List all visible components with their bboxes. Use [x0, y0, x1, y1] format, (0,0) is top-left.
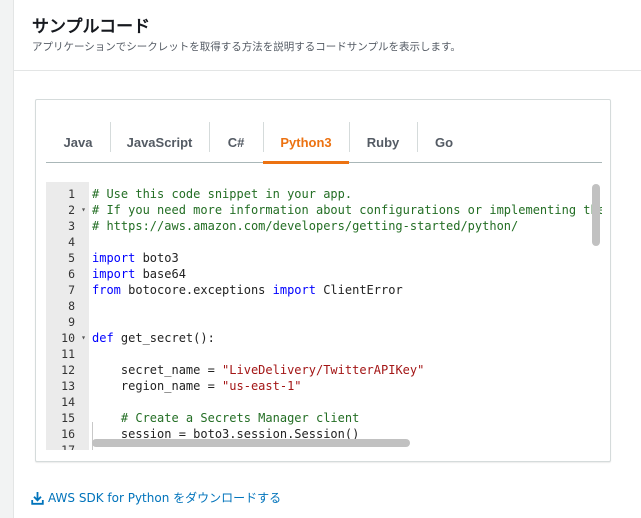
- line-number-label: 17: [61, 443, 75, 450]
- line-number-label: 12: [61, 363, 75, 377]
- code-token: "LiveDelivery/TwitterAPIKey": [222, 363, 425, 377]
- code-line: import base64: [92, 266, 186, 282]
- code-line: # https://aws.amazon.com/developers/gett…: [92, 218, 518, 234]
- line-number: 3: [46, 218, 89, 234]
- code-token: # Create a Secrets Manager client: [92, 411, 360, 425]
- code-token: # https://aws.amazon.com/developers/gett…: [92, 219, 519, 233]
- tab-python3[interactable]: Python3: [263, 122, 349, 164]
- line-number-label: 9: [68, 315, 75, 329]
- tab-javascript[interactable]: JavaScript: [110, 122, 209, 162]
- line-number-label: 14: [61, 395, 75, 409]
- line-number-label: 15: [61, 411, 75, 425]
- code-token: from: [92, 283, 121, 297]
- line-number: 11: [46, 346, 89, 362]
- line-number-label: 10: [61, 331, 75, 345]
- page-description: アプリケーションでシークレットを取得する方法を説明するコードサンプルを表示します…: [32, 41, 461, 53]
- code-token: # If you need more information about con…: [92, 203, 602, 217]
- line-number: 7: [46, 282, 89, 298]
- line-number: 5: [46, 250, 89, 266]
- line-number: 12: [46, 362, 89, 378]
- horizontal-scrollbar[interactable]: [92, 439, 410, 447]
- code-token: boto3: [135, 251, 179, 265]
- code-token: region_name =: [92, 379, 223, 393]
- line-number-label: 7: [68, 283, 75, 297]
- download-sdk-link[interactable]: AWS SDK for Python をダウンロードする: [31, 490, 281, 506]
- line-number-label: 4: [68, 235, 75, 249]
- code-editor[interactable]: 1 2 ▾ 3 4 5 6 7 8 9 10 ▾ 11 12 13 14 15 16 17 # Use this c…: [46, 182, 602, 450]
- code-line: secret_name = "LiveDelivery/TwitterAPIKe…: [92, 362, 424, 378]
- tab-csharp[interactable]: C#: [209, 122, 263, 162]
- line-number: 17: [46, 442, 89, 450]
- line-number: 14: [46, 394, 89, 410]
- download-icon: [31, 492, 44, 505]
- line-number-label: 2: [68, 203, 75, 217]
- line-number: 2 ▾: [46, 202, 89, 218]
- vertical-scrollbar[interactable]: [592, 184, 600, 246]
- code-token: base64: [135, 267, 186, 281]
- language-tabs: Java JavaScript C# Python3 Ruby Go: [46, 122, 602, 164]
- fold-toggle-icon[interactable]: ▾: [81, 202, 86, 218]
- line-number: 6: [46, 266, 89, 282]
- code-token: import: [92, 251, 136, 265]
- line-number-label: 16: [61, 427, 75, 441]
- line-number-label: 6: [68, 267, 75, 281]
- code-token: import: [92, 267, 136, 281]
- code-sample-card: Java JavaScript C# Python3 Ruby Go 1 2 ▾ 3 4…: [35, 99, 611, 462]
- line-number: 10 ▾: [46, 330, 89, 346]
- code-line: # Use this code snippet in your app.: [92, 186, 352, 202]
- fold-toggle-icon[interactable]: ▾: [81, 330, 86, 346]
- line-number-label: 5: [68, 251, 75, 265]
- line-number: 1: [46, 186, 89, 202]
- line-number-gutter: 1 2 ▾ 3 4 5 6 7 8 9 10 ▾ 11 12 13 14 15 16 17: [46, 182, 89, 450]
- code-line: def get_secret():: [92, 330, 215, 346]
- line-number: 13: [46, 378, 89, 394]
- download-sdk-label: AWS SDK for Python をダウンロードする: [48, 491, 282, 505]
- code-token: ClientError: [315, 283, 403, 297]
- page-title: サンプルコード: [32, 17, 151, 37]
- code-line: from botocore.exceptions import ClientEr…: [92, 282, 403, 298]
- code-token: get_secret():: [113, 331, 215, 345]
- code-token: botocore.exceptions: [120, 283, 273, 297]
- tab-java[interactable]: Java: [46, 122, 110, 162]
- line-number: 8: [46, 298, 89, 314]
- line-number-label: 13: [61, 379, 75, 393]
- code-token: "us-east-1": [222, 379, 302, 393]
- line-number-label: 11: [61, 347, 75, 361]
- code-token: secret_name =: [92, 363, 223, 377]
- line-number: 16: [46, 426, 89, 442]
- line-number-label: 8: [68, 299, 75, 313]
- tab-go[interactable]: Go: [417, 122, 471, 162]
- tab-ruby[interactable]: Ruby: [349, 122, 417, 162]
- code-content[interactable]: # Use this code snippet in your app. # If…: [92, 182, 602, 450]
- line-number: 4: [46, 234, 89, 250]
- code-token: import: [272, 283, 316, 297]
- code-token: # Use this code snippet in your app.: [92, 187, 353, 201]
- code-line: import boto3: [92, 250, 179, 266]
- line-number-label: 1: [68, 187, 75, 201]
- panel-header: サンプルコード アプリケーションでシークレットを取得する方法を説明するコードサン…: [14, 0, 641, 71]
- code-line: region_name = "us-east-1": [92, 378, 302, 394]
- code-token: def: [92, 331, 114, 345]
- code-line: # Create a Secrets Manager client: [92, 410, 359, 426]
- line-number-label: 3: [68, 219, 75, 233]
- code-line: # If you need more information about con…: [92, 202, 602, 218]
- line-number: 9: [46, 314, 89, 330]
- line-number: 15: [46, 410, 89, 426]
